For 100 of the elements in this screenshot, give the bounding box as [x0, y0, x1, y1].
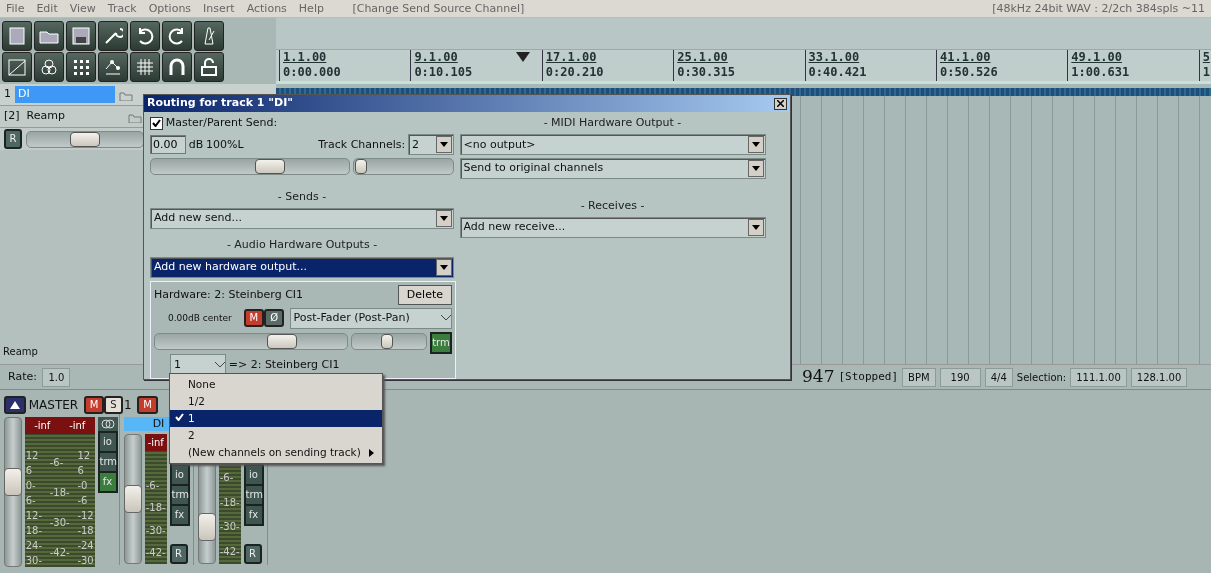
checkbox[interactable] — [150, 116, 163, 130]
toolbar-button[interactable] — [130, 52, 160, 82]
mixer-button[interactable]: fx — [243, 503, 264, 526]
mixer-button[interactable]: trm — [169, 483, 190, 506]
menu-item[interactable]: Options — [142, 0, 198, 17]
time-position: 0:40.421 — [808, 65, 867, 80]
phase-button[interactable]: Ø — [264, 309, 284, 328]
mixer-button[interactable]: io — [97, 430, 118, 453]
mute-button[interactable]: M — [83, 396, 105, 414]
magnet-icon — [167, 57, 187, 77]
menu-item[interactable]: None — [170, 376, 382, 393]
nodes-icon — [103, 57, 123, 77]
volume-field[interactable]: 0.00 — [150, 135, 186, 155]
pan-slider[interactable] — [350, 333, 428, 350]
mixer-button[interactable]: fx — [169, 503, 190, 526]
collapse-button[interactable] — [4, 396, 26, 414]
toolbar-button[interactable] — [2, 21, 32, 51]
receives-select[interactable]: Add new receive... — [459, 217, 766, 238]
toolbar-button[interactable] — [2, 52, 32, 82]
envelope-icon — [7, 57, 27, 77]
time-position: 0:00.000 — [283, 65, 341, 80]
track-channels-select[interactable]: 2 — [408, 134, 454, 156]
toolbar-button[interactable] — [130, 21, 160, 51]
menu-item[interactable]: View — [63, 0, 102, 17]
toolbar-button[interactable] — [66, 21, 96, 51]
meter-scale-label: -18 — [77, 523, 94, 538]
midi-channel-select[interactable]: Send to original channels — [459, 158, 766, 179]
time-position: 0:30.315 — [677, 65, 735, 80]
time-signature[interactable]: 4/4 — [984, 367, 1013, 387]
midi-output-select[interactable]: <no output> — [459, 134, 766, 156]
submenu-item[interactable]: (New channels on sending track) — [170, 444, 382, 461]
bar-position: 33.1.00 — [808, 50, 860, 65]
bpm-value[interactable]: 190 — [939, 367, 981, 387]
toolbar-button[interactable] — [98, 21, 128, 51]
fader[interactable] — [4, 416, 22, 567]
meter-scale-label: -6- — [49, 456, 65, 471]
toolbar-button[interactable] — [162, 21, 192, 51]
rate-label: Rate: — [8, 368, 37, 385]
toolbar-button[interactable] — [194, 52, 224, 82]
volume-slider[interactable] — [26, 130, 144, 148]
fader[interactable] — [124, 433, 142, 564]
meter-scale-label: 0- — [25, 478, 37, 493]
menu-item[interactable]: Track — [101, 0, 143, 17]
delete-button[interactable]: Delete — [397, 284, 452, 305]
meter-scale-label: 12 — [77, 448, 92, 463]
menu-item[interactable]: Actions — [240, 0, 293, 17]
wrench-icon — [103, 26, 123, 46]
bpm-label[interactable]: BPM — [902, 367, 936, 387]
bar-position: 1.1.00 — [283, 50, 327, 65]
toolbar-button[interactable] — [34, 21, 64, 51]
toolbar-button[interactable] — [34, 52, 64, 82]
record-arm-button[interactable]: R — [4, 129, 22, 149]
pan-slider[interactable] — [352, 158, 454, 175]
track-channels-label: Track Channels: — [318, 136, 406, 153]
bar-position: 49.1.00 — [1071, 50, 1122, 65]
send-mode-select[interactable]: Post-Fader (Post-Pan) — [289, 307, 452, 329]
menu-item[interactable]: Help — [292, 0, 330, 17]
mixer-button[interactable]: io — [243, 463, 264, 486]
dialog-title: Routing for track 1 "DI" — [147, 95, 293, 112]
menu-item[interactable]: Edit — [30, 0, 64, 17]
lock-icon — [199, 57, 219, 77]
meter-scale-label: -12 — [77, 508, 94, 523]
mute-button[interactable]: M — [243, 309, 265, 328]
source-channel-select[interactable]: 1 — [170, 354, 226, 376]
record-arm-button[interactable]: R — [243, 543, 262, 564]
hardware-output-title: Hardware: 2: Steinberg CI1 — [154, 286, 304, 303]
meter-scale-label: -30- — [219, 520, 240, 535]
volume-slider[interactable] — [154, 333, 348, 350]
track-name[interactable]: Reamp — [23, 108, 124, 125]
checkmark-icon — [152, 119, 161, 128]
selection-end[interactable]: 128.1.00 — [1130, 367, 1188, 387]
volume-slider[interactable] — [150, 158, 350, 175]
toolbar-button[interactable] — [194, 21, 224, 51]
record-arm-button[interactable]: R — [169, 543, 188, 564]
menu-item[interactable]: 1 — [170, 410, 382, 427]
menu-item[interactable]: Insert — [197, 0, 241, 17]
sends-select[interactable]: Add new send... — [150, 208, 454, 229]
meter-scale-label: -30 — [77, 553, 94, 568]
hardware-output-select[interactable]: Add new hardware output... — [150, 256, 454, 278]
transport-state: [Stopped] — [838, 368, 899, 385]
menu-item[interactable]: 1/2 — [170, 393, 382, 410]
menu-item[interactable]: File — [0, 0, 31, 17]
mixer-button[interactable]: io — [169, 463, 190, 486]
mute-button[interactable]: M — [137, 396, 158, 414]
track-number: [2] — [4, 108, 20, 125]
solo-button[interactable]: S — [104, 396, 123, 414]
mixer-button[interactable]: trm — [243, 483, 264, 506]
toolbar-button[interactable] — [98, 52, 128, 82]
fader[interactable] — [198, 461, 216, 564]
mixer-button[interactable]: fx — [97, 470, 118, 493]
time-position: 0:50.526 — [939, 65, 998, 80]
meter-scale-label: -42- — [219, 544, 240, 559]
mixer-button[interactable]: trm — [97, 450, 118, 473]
toolbar-button[interactable] — [162, 52, 192, 82]
trim-button[interactable]: trm — [430, 331, 452, 354]
toolbar-button[interactable] — [66, 52, 96, 82]
close-button[interactable] — [774, 97, 787, 110]
dropdown-arrow-icon — [440, 142, 448, 148]
meter-scale-label: 12- — [25, 508, 43, 523]
selection-start[interactable]: 111.1.00 — [1070, 367, 1127, 387]
